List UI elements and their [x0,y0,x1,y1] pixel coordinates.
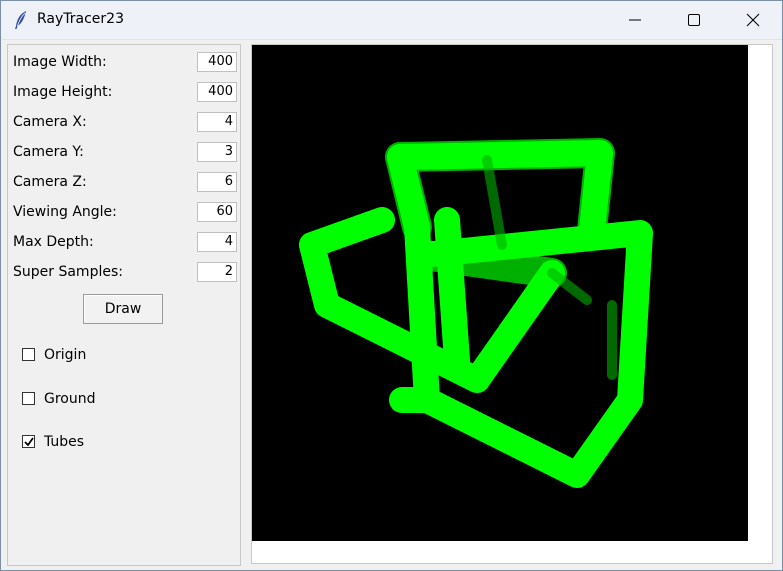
window-title: RayTracer23 [37,11,124,27]
camera-y-input[interactable]: 3 [197,142,237,162]
minimize-icon [629,19,641,21]
image-height-row: Image Height: 400 [8,82,240,104]
feather-icon [13,10,29,30]
max-depth-input[interactable]: 4 [197,232,237,252]
title-bar[interactable]: RayTracer23 [1,1,782,40]
image-width-label: Image Width: [13,54,107,70]
super-samples-label: Super Samples: [13,264,123,280]
camera-y-label: Camera Y: [13,144,84,160]
image-height-label: Image Height: [13,84,113,100]
super-samples-row: Super Samples: 2 [8,262,240,284]
tubes-checkbox[interactable] [22,435,35,448]
app-window: RayTracer23 Image Width: 400 Image Heigh… [0,0,783,571]
rendered-image [252,45,748,541]
settings-panel: Image Width: 400 Image Height: 400 Camer… [7,44,241,566]
ground-label: Ground [44,391,96,407]
camera-y-row: Camera Y: 3 [8,142,240,164]
camera-z-label: Camera Z: [13,174,87,190]
checkmark-icon [24,437,34,447]
camera-x-row: Camera X: 4 [8,112,240,134]
maximize-icon [688,14,700,26]
image-width-row: Image Width: 400 [8,52,240,74]
tubes-label: Tubes [44,434,85,450]
close-icon [746,13,760,27]
viewing-angle-row: Viewing Angle: 60 [8,202,240,224]
origin-checkbox[interactable] [22,348,35,361]
max-depth-row: Max Depth: 4 [8,232,240,254]
minimize-button[interactable] [606,1,664,39]
super-samples-input[interactable]: 2 [197,262,237,282]
camera-z-input[interactable]: 6 [197,172,237,192]
image-width-input[interactable]: 400 [197,52,237,72]
camera-x-input[interactable]: 4 [197,112,237,132]
viewing-angle-input[interactable]: 60 [197,202,237,222]
ground-checkbox[interactable] [22,392,35,405]
camera-x-label: Camera X: [13,114,87,130]
image-height-input[interactable]: 400 [197,82,237,102]
max-depth-label: Max Depth: [13,234,94,250]
viewing-angle-label: Viewing Angle: [13,204,117,220]
draw-button[interactable]: Draw [83,294,163,324]
camera-z-row: Camera Z: 6 [8,172,240,194]
render-canvas[interactable] [251,44,773,564]
close-button[interactable] [724,1,782,39]
maximize-button[interactable] [665,1,723,39]
rendered-tubes [299,138,653,488]
origin-label: Origin [44,347,87,363]
